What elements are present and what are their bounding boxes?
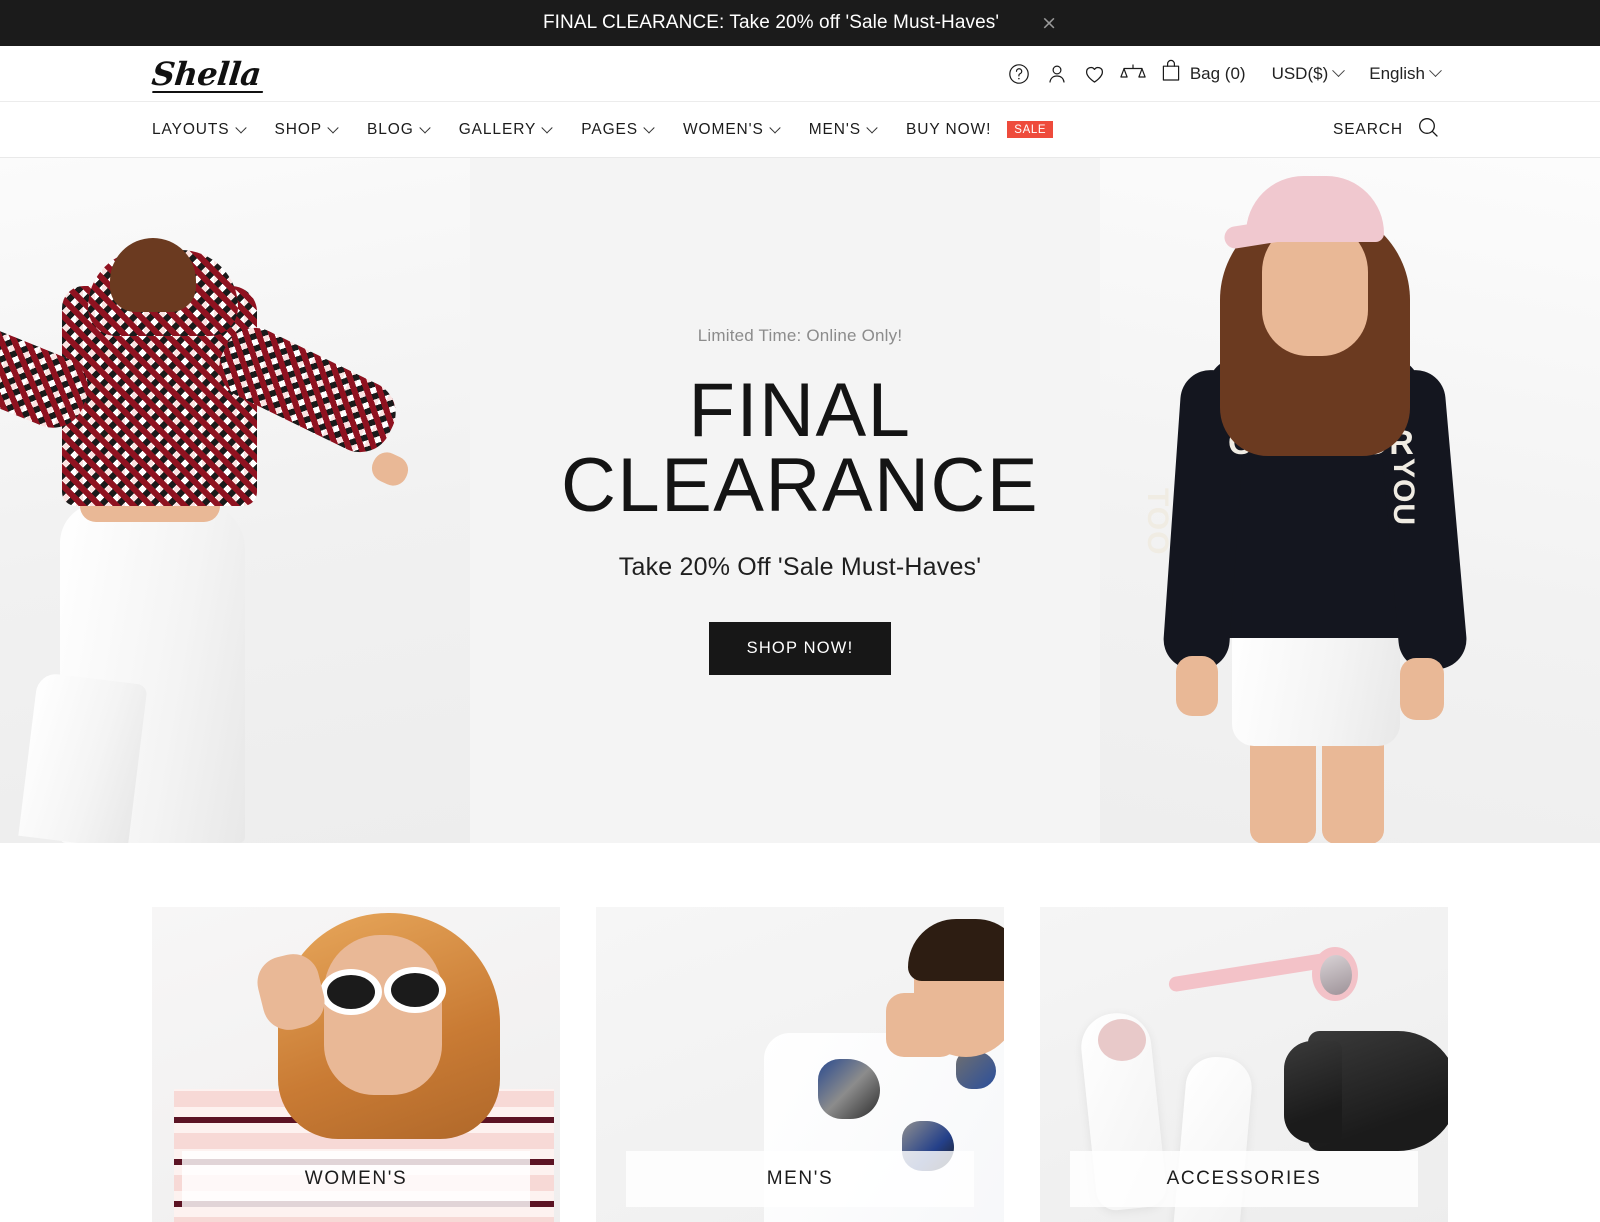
search-label: SEARCH bbox=[1333, 120, 1403, 138]
category-label: WOMEN'S bbox=[304, 1168, 408, 1189]
site-logo[interactable]: Shella bbox=[150, 55, 263, 93]
nav-item-blog[interactable]: BLOG bbox=[367, 121, 447, 139]
promo-banner: FINAL CLEARANCE: Take 20% off 'Sale Must… bbox=[0, 0, 1600, 46]
hero-image-right[interactable]: TOO COOL FOR YOU bbox=[1100, 158, 1600, 843]
nav-label: BUY NOW! bbox=[906, 120, 992, 138]
accessories-card-sunglasses-tint bbox=[1320, 955, 1352, 995]
chevron-down-icon bbox=[327, 121, 339, 134]
chevron-down-icon bbox=[541, 121, 553, 134]
nav-label: WOMEN'S bbox=[683, 120, 764, 138]
category-card-mens[interactable]: MEN'S bbox=[596, 907, 1004, 1222]
accessories-card-label-band: ACCESSORIES bbox=[1070, 1151, 1418, 1207]
chevron-down-icon bbox=[419, 121, 431, 134]
hero-sweater-word-3: YOU bbox=[1387, 458, 1420, 527]
compare-scales-icon[interactable] bbox=[1114, 57, 1152, 91]
nav-item-shop[interactable]: SHOP bbox=[275, 121, 356, 139]
currency-label: USD($) bbox=[1271, 63, 1329, 83]
wishlist-heart-icon[interactable] bbox=[1076, 57, 1114, 91]
chevron-down-icon bbox=[1332, 64, 1346, 78]
womens-card-face bbox=[324, 935, 442, 1095]
womens-card-lens-right bbox=[391, 973, 439, 1007]
nav-label: LAYOUTS bbox=[152, 120, 230, 138]
nav-item-gallery[interactable]: GALLERY bbox=[459, 121, 570, 139]
chevron-down-icon bbox=[1429, 64, 1442, 78]
category-grid: WOMEN'S MEN'S ACCESSORIES bbox=[0, 843, 1600, 1222]
search-icon bbox=[1416, 115, 1440, 144]
chevron-down-icon bbox=[234, 121, 247, 134]
nav-item-womens[interactable]: WOMEN'S bbox=[683, 121, 797, 139]
nav-label: PAGES bbox=[581, 120, 639, 138]
hero-image-left[interactable] bbox=[0, 158, 470, 843]
womens-card-label-band: WOMEN'S bbox=[182, 1151, 530, 1207]
shop-now-button[interactable]: SHOP NOW! bbox=[708, 621, 892, 675]
main-navigation: LAYOUTS SHOP BLOG GALLERY PAGES WOMEN'S … bbox=[0, 102, 1600, 158]
header-utility-bar: Bag (0) USD($) English bbox=[1000, 57, 1442, 91]
hero-left-jeans-leg bbox=[18, 671, 148, 843]
currency-selector[interactable]: USD($) bbox=[1271, 63, 1346, 84]
hero-title-line2: CLEARANCE bbox=[560, 442, 1040, 528]
hero-eyebrow: Limited Time: Online Only! bbox=[697, 326, 903, 346]
shopping-bag-icon bbox=[1160, 59, 1182, 88]
chevron-down-icon bbox=[643, 121, 655, 134]
sale-badge: SALE bbox=[1007, 120, 1054, 139]
hero-sweater-word-1: TOO bbox=[1141, 488, 1174, 556]
nav-item-layouts[interactable]: LAYOUTS bbox=[152, 121, 263, 139]
chevron-down-icon bbox=[769, 121, 781, 134]
hero-right-hand-left bbox=[1176, 656, 1218, 716]
nav-label: SHOP bbox=[274, 120, 323, 138]
language-selector[interactable]: English bbox=[1369, 63, 1442, 84]
category-card-womens[interactable]: WOMEN'S bbox=[152, 907, 560, 1222]
language-label: English bbox=[1369, 63, 1425, 83]
mens-card-print-1 bbox=[818, 1059, 880, 1119]
category-label: MEN'S bbox=[766, 1168, 834, 1189]
bag-label: Bag (0) bbox=[1189, 63, 1246, 83]
hero-banner: Limited Time: Online Only! FINAL CLEARAN… bbox=[0, 158, 1600, 843]
hero-title: FINAL CLEARANCE bbox=[561, 373, 1039, 523]
nav-label: BLOG bbox=[367, 120, 414, 138]
chevron-down-icon bbox=[866, 121, 878, 134]
womens-card-lens-left bbox=[327, 975, 375, 1009]
nav-list: LAYOUTS SHOP BLOG GALLERY PAGES WOMEN'S … bbox=[152, 120, 1054, 139]
category-card-accessories[interactable]: ACCESSORIES bbox=[1040, 907, 1448, 1222]
hero-right-hand-right bbox=[1400, 658, 1444, 720]
mens-card-label-band: MEN'S bbox=[626, 1151, 974, 1207]
promo-banner-text: FINAL CLEARANCE: Take 20% off 'Sale Must… bbox=[542, 12, 1000, 33]
close-icon[interactable]: × bbox=[1041, 13, 1057, 33]
accessories-card-sneaker-left-collar bbox=[1098, 1019, 1146, 1061]
help-icon[interactable] bbox=[1000, 57, 1038, 91]
nav-item-mens[interactable]: MEN'S bbox=[809, 121, 894, 139]
hero-title-line1: FINAL bbox=[688, 368, 912, 454]
site-header: Shella Bag (0) USD($) English bbox=[0, 46, 1600, 102]
search-button[interactable]: SEARCH bbox=[1333, 115, 1440, 144]
category-label: ACCESSORIES bbox=[1166, 1168, 1322, 1189]
hero-subtitle: Take 20% Off 'Sale Must-Haves' bbox=[618, 552, 982, 581]
nav-item-pages[interactable]: PAGES bbox=[581, 121, 671, 139]
accessories-card-cap-brim bbox=[1284, 1041, 1342, 1143]
bag-button[interactable]: Bag (0) bbox=[1160, 59, 1246, 88]
nav-item-buy-now[interactable]: BUY NOW! SALE bbox=[906, 120, 1054, 139]
account-icon[interactable] bbox=[1038, 57, 1076, 91]
nav-label: GALLERY bbox=[458, 120, 537, 138]
nav-label: MEN'S bbox=[808, 120, 861, 138]
